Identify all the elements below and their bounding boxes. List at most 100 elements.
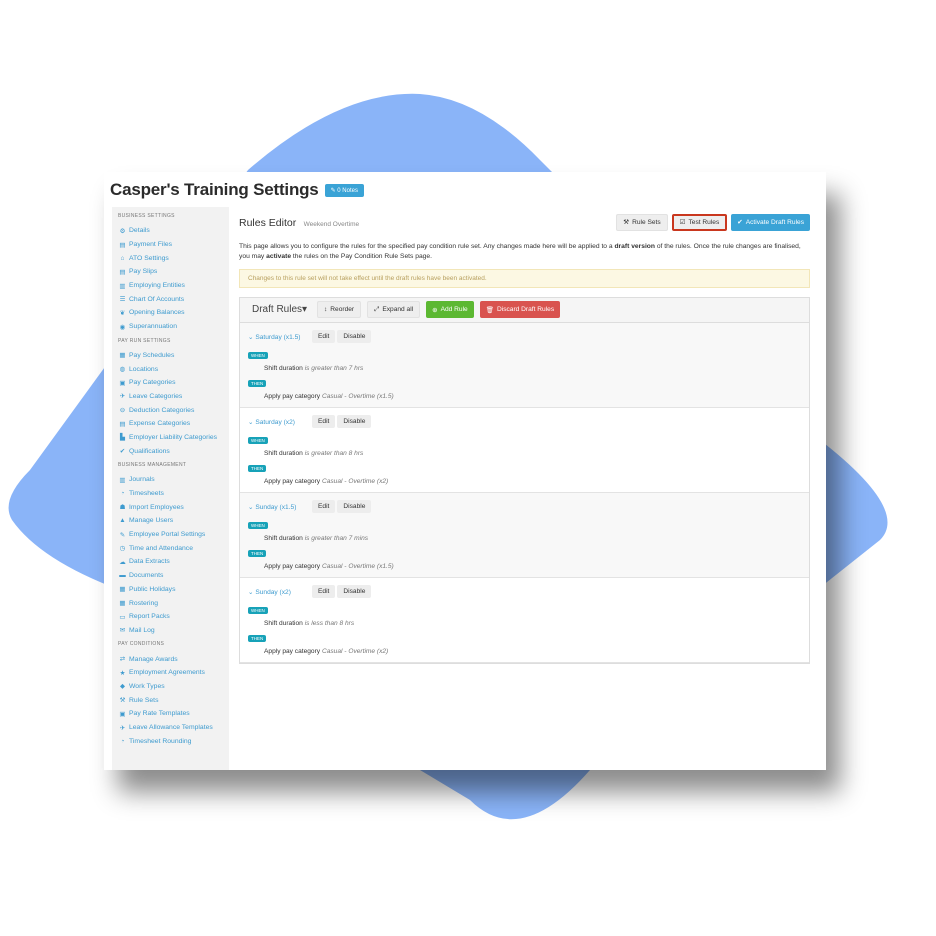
- rule-name-toggle[interactable]: ⌄ Saturday (x2): [248, 418, 312, 426]
- disable-rule-button[interactable]: Disable: [337, 415, 372, 429]
- sidebar-item-label: Public Holidays: [129, 585, 176, 593]
- sidebar-item-employee-portal-settings[interactable]: ✎ Employee Portal Settings: [118, 528, 229, 542]
- tag-icon: ◆: [120, 683, 125, 691]
- sidebar-item-report-packs[interactable]: ▭ Report Packs: [118, 610, 229, 624]
- sidebar-item-label: Documents: [129, 572, 164, 580]
- rules-toolbar: Draft Rules▾ ↕ Reorder ⤢ Expand all ⊕ Add R…: [240, 297, 809, 323]
- sidebar-item-label: Deduction Categories: [129, 406, 195, 414]
- edit-rule-button[interactable]: Edit: [312, 415, 336, 429]
- sidebar-item-label: Opening Balances: [129, 309, 185, 317]
- minus-circle-icon: ⊖: [119, 407, 126, 415]
- action-prefix: Apply pay category: [264, 562, 321, 570]
- condition-value: is greater than 8 hrs: [304, 449, 364, 457]
- test-rules-button[interactable]: ☑ Test Rules: [671, 213, 728, 231]
- sidebar-item-employer-liability-categories[interactable]: ▙ Employer Liability Categories: [118, 431, 229, 445]
- when-tag: WHEN: [248, 521, 268, 529]
- sidebar-item-expense-categories[interactable]: ▤ Expense Categories: [118, 417, 229, 431]
- sort-icon: ↕: [324, 306, 328, 314]
- add-rule-label: Add Rule: [440, 306, 468, 314]
- calendar-icon: ▦: [119, 586, 126, 594]
- disable-rule-button[interactable]: Disable: [337, 330, 372, 344]
- sidebar-item-locations[interactable]: ◍ Locations: [118, 362, 229, 376]
- rule-name: Sunday (x2): [255, 588, 291, 596]
- intro-text: This page allows you to configure the ru…: [239, 242, 810, 263]
- sidebar-item-import-employees[interactable]: ☗ Import Employees: [118, 500, 229, 514]
- sidebar-item-payment-files[interactable]: ▤ Payment Files: [118, 238, 229, 252]
- sidebar-item-timesheet-rounding[interactable]: ◔ Timesheet Rounding: [118, 734, 229, 748]
- reorder-button[interactable]: ↕ Reorder: [317, 301, 362, 319]
- rule-name-toggle[interactable]: ⌄ Sunday (x1.5): [248, 503, 312, 511]
- sidebar-item-leave-allowance-templates[interactable]: ✈ Leave Allowance Templates: [118, 721, 229, 735]
- discard-draft-rules-button[interactable]: 🗑 Discard Draft Rules: [479, 301, 561, 319]
- draft-rules-dropdown[interactable]: Draft Rules▾: [252, 304, 307, 315]
- sidebar-item-journals[interactable]: ▥ Journals: [118, 473, 229, 487]
- sidebar-item-label: Pay Rate Templates: [129, 710, 190, 718]
- sidebar-item-pay-rate-templates[interactable]: ▣ Pay Rate Templates: [118, 707, 229, 721]
- action-prefix: Apply pay category: [264, 392, 321, 400]
- sidebar-item-qualifications[interactable]: ✔ Qualifications: [118, 444, 229, 458]
- folder-icon: ▬: [119, 572, 126, 580]
- rule-name-toggle[interactable]: ⌄ Sunday (x2): [248, 588, 312, 596]
- document-icon: ▤: [119, 268, 126, 276]
- rule-item: ⌄ Sunday (x1.5) Edit Disable WHEN Shift dura…: [240, 492, 809, 578]
- disable-rule-button[interactable]: Disable: [337, 585, 372, 599]
- sidebar-heading: BUSINESS MANAGEMENT: [118, 462, 187, 468]
- sidebar-item-rostering[interactable]: ▦ Rostering: [118, 596, 229, 610]
- sidebar-item-label: Pay Categories: [129, 379, 176, 387]
- sidebar-item-label: Superannuation: [129, 323, 177, 331]
- edit-rule-button[interactable]: Edit: [312, 585, 336, 599]
- lock-icon: ▲: [119, 517, 126, 525]
- sidebar-item-details[interactable]: ⚙ Details: [118, 224, 229, 238]
- intro-p3: the rules on the Pay Condition Rule Sets…: [291, 253, 432, 261]
- rule-sets-label: Rule Sets: [632, 218, 661, 226]
- sidebar-item-documents[interactable]: ▬ Documents: [118, 569, 229, 583]
- sidebar-item-pay-schedules[interactable]: ▦ Pay Schedules: [118, 349, 229, 363]
- sidebar-item-superannuation[interactable]: ◉ Superannuation: [118, 320, 229, 334]
- sidebar-item-opening-balances[interactable]: ❦ Opening Balances: [118, 306, 229, 320]
- sidebar-item-deduction-categories[interactable]: ⊖ Deduction Categories: [118, 403, 229, 417]
- sidebar-item-timesheets[interactable]: ◔ Timesheets: [118, 487, 229, 501]
- sidebar-item-public-holidays[interactable]: ▦ Public Holidays: [118, 583, 229, 597]
- sidebar-item-leave-categories[interactable]: ✈ Leave Categories: [118, 390, 229, 404]
- sidebar-item-work-types[interactable]: ◆ Work Types: [118, 680, 229, 694]
- sidebar-item-manage-awards[interactable]: ⇄ Manage Awards: [118, 652, 229, 666]
- rule-name-toggle[interactable]: ⌄ Saturday (x1.5): [248, 333, 312, 341]
- edit-rule-button[interactable]: Edit: [312, 330, 336, 344]
- sidebar-item-rule-sets[interactable]: ⚒ Rule Sets: [118, 693, 229, 707]
- checkbox-icon: ☑: [679, 219, 686, 226]
- sidebar-item-label: Payment Files: [129, 241, 173, 249]
- sidebar-item-manage-users[interactable]: ▲ Manage Users: [118, 514, 229, 528]
- list-alt-icon: ▤: [119, 420, 126, 428]
- sidebar-item-ato-settings[interactable]: ⌂ ATO Settings: [118, 251, 229, 265]
- edit-rule-button[interactable]: Edit: [312, 500, 336, 514]
- sidebar-item-pay-slips[interactable]: ▤ Pay Slips: [118, 265, 229, 279]
- rule-name: Saturday (x2): [255, 418, 295, 426]
- package-icon: ▭: [119, 613, 126, 621]
- sidebar-item-pay-categories[interactable]: ▣ Pay Categories: [118, 376, 229, 390]
- rule-sets-button[interactable]: ⚒ Rule Sets: [616, 213, 668, 231]
- sidebar-heading: BUSINESS SETTINGS: [118, 213, 175, 219]
- sidebar-item-chart-of-accounts[interactable]: ☰ Chart Of Accounts: [118, 292, 229, 306]
- sidebar-item-label: Qualifications: [129, 447, 170, 455]
- expand-all-button[interactable]: ⤢ Expand all: [367, 301, 421, 319]
- action-value: Casual - Overtime (x1.5): [321, 392, 394, 400]
- sidebar-item-label: Leave Allowance Templates: [129, 724, 213, 732]
- notes-button[interactable]: ✎ 0 Notes: [324, 183, 364, 197]
- columns-icon: ▥: [119, 476, 126, 484]
- page-header: Casper's Training Settings ✎ 0 Notes: [110, 180, 364, 200]
- activate-draft-rules-button[interactable]: ✔ Activate Draft Rules: [731, 213, 810, 231]
- sidebar-item-label: Chart Of Accounts: [129, 295, 185, 303]
- sidebar-item-employment-agreements[interactable]: ★ Employment Agreements: [118, 666, 229, 680]
- sidebar-item-label: Pay Schedules: [129, 351, 175, 359]
- sidebar-item-label: Mail Log: [129, 626, 155, 634]
- plus-circle-icon: ⊕: [432, 306, 438, 314]
- sidebar-item-time-and-attendance[interactable]: ◷ Time and Attendance: [118, 541, 229, 555]
- disable-rule-button[interactable]: Disable: [337, 500, 372, 514]
- sidebar-item-data-extracts[interactable]: ☁ Data Extracts: [118, 555, 229, 569]
- notes-label: 0 Notes: [337, 187, 358, 194]
- rule-condition: Shift duration is less than 8 hrs: [264, 620, 809, 627]
- add-rule-button[interactable]: ⊕ Add Rule: [426, 301, 474, 319]
- rules-editor-title: Rules Editor: [239, 217, 297, 229]
- sidebar-item-mail-log[interactable]: ✉ Mail Log: [118, 624, 229, 638]
- sidebar-item-employing-entities[interactable]: ▥ Employing Entities: [118, 279, 229, 293]
